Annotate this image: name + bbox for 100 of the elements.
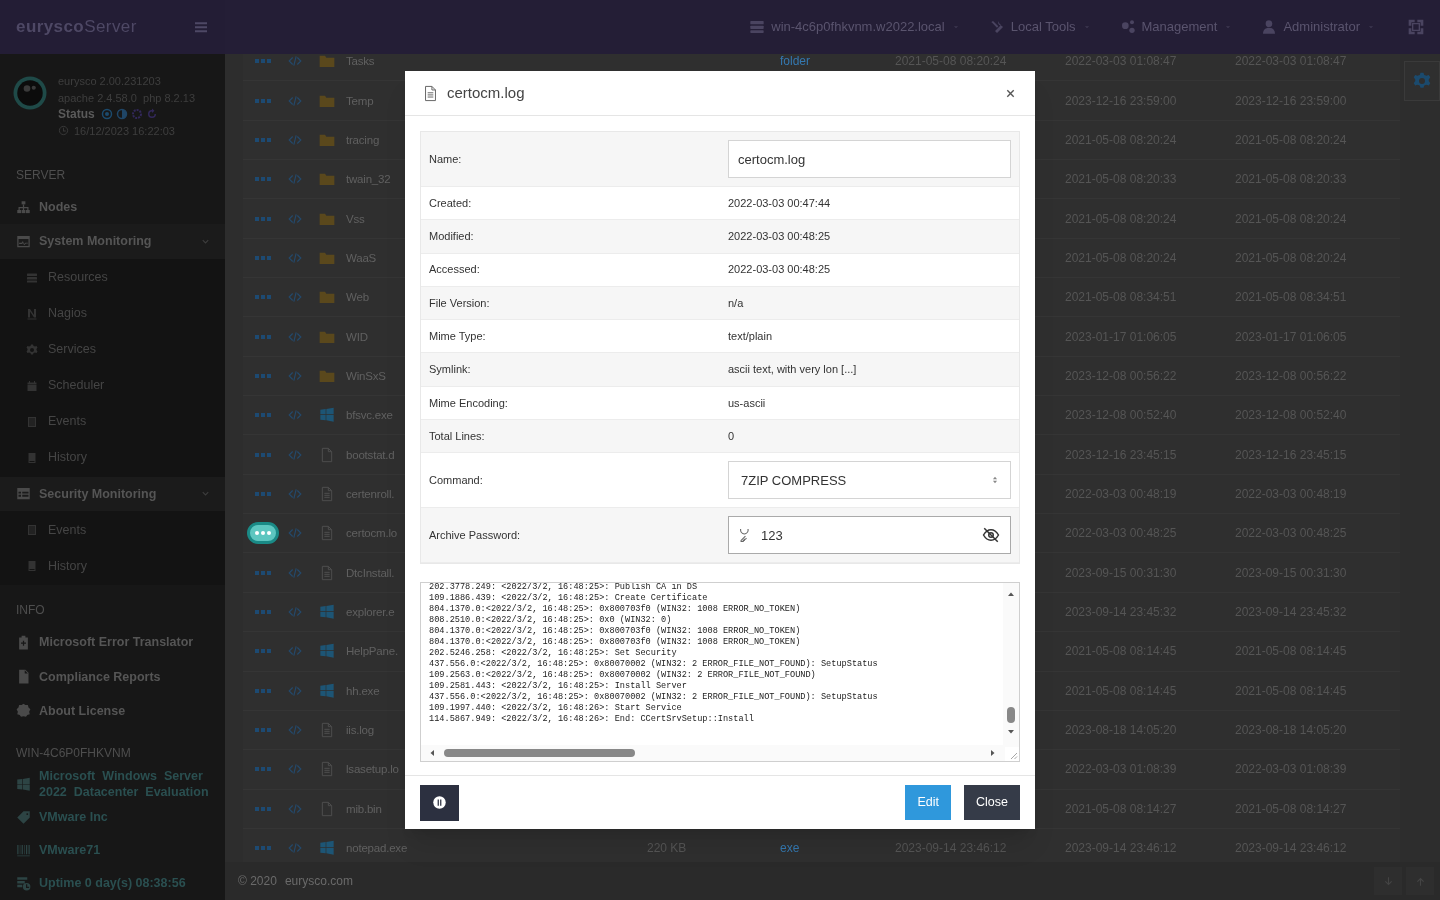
nav-menu[interactable]: Administrator [1261,17,1376,37]
text-file-icon [319,564,335,581]
sidebar-item[interactable]: Nodes [0,189,225,225]
code-icon[interactable] [288,211,302,226]
list-icon [26,524,38,537]
horizontal-scrollbar[interactable] [421,745,1005,762]
windows-icon [16,776,31,792]
avatar-icon [12,75,48,111]
sidebar-item[interactable]: Microsoft Error Translator [0,624,225,660]
server-icon [749,19,766,35]
code-icon[interactable] [288,132,302,147]
log-line: 114.5867.949: <2022/3/2, 16:48:26>: End: CCertSrvSetup::Install [429,714,754,726]
vertical-scrollbar[interactable] [1003,583,1019,748]
code-icon[interactable] [288,329,302,344]
pause-icon [432,795,447,810]
code-icon[interactable] [288,526,302,541]
windows-icon [319,840,335,857]
field-value: n/a [727,295,744,311]
code-icon[interactable] [288,762,302,777]
sitemap-icon [16,199,31,215]
code-icon[interactable] [288,683,302,698]
code-icon[interactable] [288,54,302,69]
code-icon[interactable] [288,801,302,816]
clock-icon [58,125,69,137]
windows-icon [319,407,335,424]
command-dropdown[interactable]: 7ZIP COMPRESS [728,461,1011,500]
gear-icon [26,343,38,356]
sidebar-item[interactable]: Security Monitoring [0,476,225,512]
sidebar-item[interactable]: VMware71 [0,833,225,867]
half-circle-icon [115,108,128,121]
text-file-icon [422,84,439,102]
badge-icon [16,703,31,719]
site-link[interactable]: eurysco.com [284,872,353,890]
windows-icon [319,643,335,660]
text-file-icon [319,485,335,502]
status-label: Status [58,106,95,123]
code-icon[interactable] [288,93,302,108]
code-icon[interactable] [288,565,302,580]
code-icon[interactable] [288,486,302,501]
log-line: 202.3778.249: <2022/3/2, 16:48:25>: Publish CA in DS [429,583,698,593]
code-icon[interactable] [288,841,302,856]
field-label: Symlink: [428,362,472,378]
log-line: 109.2581.443: <2022/3/2, 16:48:25>: Install Server [429,681,687,692]
field-value: 2022-03-03 00:47:44 [727,195,831,211]
scroll-down-button[interactable] [1374,867,1402,895]
user-icon [1261,19,1278,35]
field-label: Mime Encoding: [428,395,509,411]
report-icon [16,669,31,685]
field-value: text/plain [727,329,773,345]
field-label: Created: [428,195,473,211]
log-line: 109.1886.439: <2022/3/2, 16:48:25>: Create Certificate [429,593,708,604]
nav-menu[interactable]: Management [1119,17,1234,37]
folder-icon [319,171,335,188]
close-button[interactable]: Close [964,785,1020,820]
code-icon[interactable] [288,172,302,187]
letter-n-icon [26,307,38,320]
password-field[interactable]: 123 [728,516,1011,555]
code-icon[interactable] [288,605,302,619]
field-value: 0 [727,428,735,444]
nav-menu[interactable]: Local Tools [988,17,1092,37]
log-line: 804.1370.0:<2022/3/2, 16:48:25>: 0x800703f0 (WIN32: 1008 ERROR_NO_TOKEN) [429,637,801,648]
scrollbar-thumb[interactable] [444,749,635,758]
file-type[interactable]: exe [770,841,895,856]
name-field[interactable]: certocm.log [728,140,1011,178]
book-icon [26,451,38,464]
code-icon[interactable] [288,408,302,423]
field-value: 2022-03-03 00:48:25 [727,262,831,278]
sidebar-item[interactable]: Uptime 0 day(s) 08:38:56 [0,866,225,900]
field-value: ascii text, with very lon [...] [727,362,857,378]
code-icon[interactable] [288,368,302,383]
text-file-icon [319,722,335,738]
sidebar-item[interactable]: System Monitoring [0,224,225,259]
more-button[interactable] [247,522,279,545]
code-icon[interactable] [288,644,302,659]
code-icon[interactable] [288,723,302,737]
settings-button[interactable] [1404,61,1440,101]
fullscreen-icon[interactable] [1408,19,1424,35]
menu-icon[interactable] [193,19,209,35]
windows-icon [319,682,335,699]
pause-button[interactable] [420,784,459,821]
close-icon [1004,87,1016,99]
scroll-up-button[interactable] [1406,867,1434,895]
file-icon [319,800,335,817]
nav-menu[interactable]: win-4c6p0fhkvnm.w2022.local [749,17,961,37]
log-line: 109.1997.440: <2022/3/2, 16:48:26>: Start Service [429,703,682,714]
scrollbar-thumb[interactable] [1007,707,1015,724]
code-icon[interactable] [288,290,302,305]
eye-slash-icon[interactable] [982,526,1000,545]
edit-button[interactable]: Edit [905,785,952,820]
sidebar-item[interactable]: Compliance Reports [0,659,225,694]
code-icon[interactable] [288,250,302,265]
file-icon [319,446,335,463]
gears-icon [1119,19,1136,35]
sidebar-item[interactable]: About License [0,693,225,729]
list-icon [26,415,38,428]
log-textarea[interactable] [420,582,1020,763]
sidebar-item[interactable]: Microsoft Windows Server 2022 Datacenter Evaluation [0,767,225,801]
code-icon[interactable] [288,447,302,462]
sidebar-item[interactable]: VMware Inc [0,800,225,834]
file-type[interactable]: folder [770,54,895,69]
